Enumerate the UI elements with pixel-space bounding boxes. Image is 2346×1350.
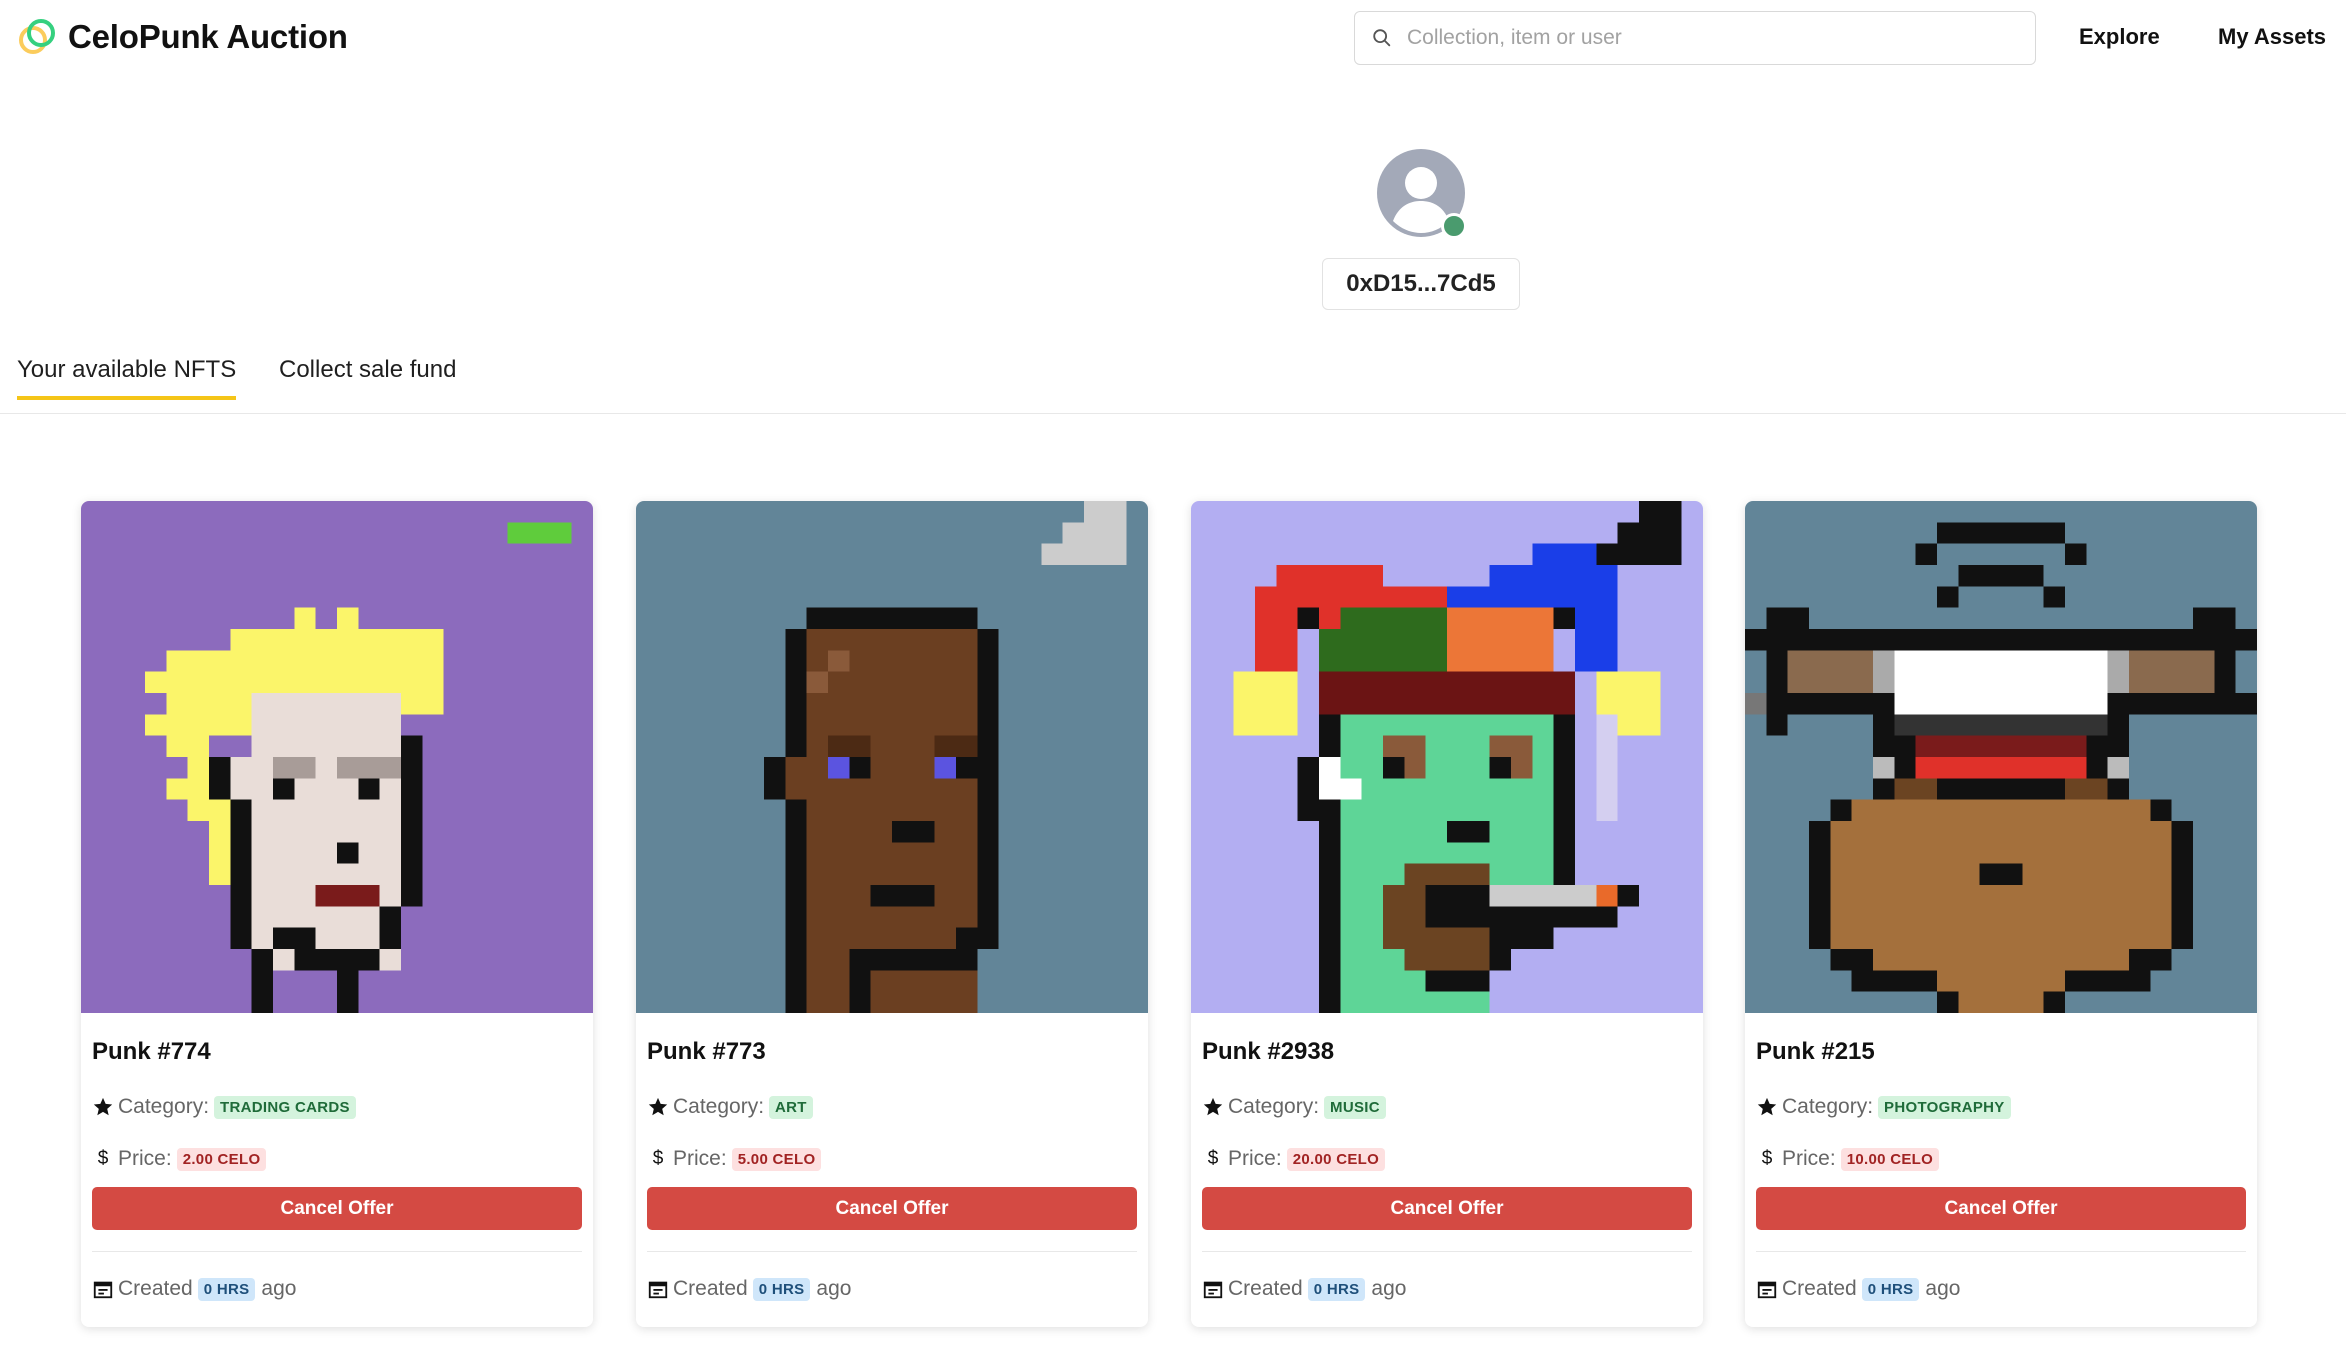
nft-image[interactable] — [636, 501, 1148, 1013]
ago-label: ago — [816, 1277, 852, 1300]
nft-image[interactable] — [1191, 501, 1703, 1013]
price-badge: 5.00 CELO — [731, 1147, 822, 1171]
created-row: Created 0 HRS ago — [91, 1277, 296, 1301]
cancel-offer-button[interactable]: Cancel Offer — [1202, 1187, 1692, 1230]
created-label: Created — [1782, 1277, 1857, 1300]
dollar-icon: $ — [97, 1148, 109, 1169]
created-time-badge: 0 HRS — [1307, 1277, 1366, 1301]
price-label: Price: — [118, 1147, 172, 1170]
top-bar: CeloPunk Auction Explore My Assets — [0, 0, 2346, 78]
category-label: Category: — [673, 1095, 765, 1118]
created-row: Created 0 HRS ago — [1755, 1277, 1960, 1301]
price-badge: 10.00 CELO — [1840, 1147, 1940, 1171]
category-label: Category: — [1228, 1095, 1320, 1118]
profile-tabs: Your available NFTS Collect sale fund — [0, 350, 2346, 414]
nft-card: Punk #773 Category: ART $ Price: 5.00 CE… — [636, 501, 1148, 1327]
category-badge: TRADING CARDS — [214, 1095, 356, 1119]
search-icon — [1373, 29, 1391, 47]
tab-collect-sale-fund[interactable]: Collect sale fund — [279, 356, 456, 396]
category-row: Category: PHOTOGRAPHY — [1755, 1095, 2011, 1119]
nav-my-assets[interactable]: My Assets — [2218, 24, 2326, 50]
price-row: $ Price: 20.00 CELO — [1201, 1147, 1386, 1171]
nft-title[interactable]: Punk #773 — [647, 1038, 766, 1066]
star-icon — [1201, 1095, 1225, 1119]
price-label: Price: — [1782, 1147, 1836, 1170]
price-badge: 20.00 CELO — [1286, 1147, 1386, 1171]
punk-image — [636, 501, 1148, 1013]
category-label: Category: — [1782, 1095, 1874, 1118]
created-label: Created — [673, 1277, 748, 1300]
created-row: Created 0 HRS ago — [646, 1277, 851, 1301]
price-badge: 2.00 CELO — [176, 1147, 267, 1171]
star-icon — [1755, 1095, 1779, 1119]
price-row: $ Price: 2.00 CELO — [91, 1147, 267, 1171]
calendar-icon — [1201, 1277, 1225, 1301]
nft-title[interactable]: Punk #774 — [92, 1038, 211, 1066]
cancel-offer-button[interactable]: Cancel Offer — [1756, 1187, 2246, 1230]
price-label: Price: — [1228, 1147, 1282, 1170]
created-row: Created 0 HRS ago — [1201, 1277, 1406, 1301]
online-status-indicator — [1441, 213, 1467, 239]
calendar-icon — [1755, 1277, 1779, 1301]
divider — [1202, 1251, 1692, 1252]
dollar-icon: $ — [1761, 1148, 1773, 1169]
ago-label: ago — [1925, 1277, 1961, 1300]
category-badge: ART — [769, 1095, 813, 1119]
punk-image — [81, 501, 593, 1013]
divider — [647, 1251, 1137, 1252]
divider — [1756, 1251, 2246, 1252]
nft-title[interactable]: Punk #215 — [1756, 1038, 1875, 1066]
cancel-offer-button[interactable]: Cancel Offer — [647, 1187, 1137, 1230]
dollar-icon: $ — [652, 1148, 664, 1169]
nft-image[interactable] — [81, 501, 593, 1013]
category-row: Category: ART — [646, 1095, 813, 1119]
calendar-icon — [91, 1277, 115, 1301]
celo-logo-icon — [19, 19, 55, 54]
wallet-address[interactable]: 0xD15...7Cd5 — [1322, 258, 1520, 310]
created-time-badge: 0 HRS — [1861, 1277, 1920, 1301]
created-label: Created — [1228, 1277, 1303, 1300]
created-time-badge: 0 HRS — [197, 1277, 256, 1301]
nft-card: Punk #215 Category: PHOTOGRAPHY $ Price:… — [1745, 501, 2257, 1327]
category-row: Category: TRADING CARDS — [91, 1095, 356, 1119]
category-row: Category: MUSIC — [1201, 1095, 1386, 1119]
ago-label: ago — [1371, 1277, 1407, 1300]
nft-card: Punk #2938 Category: MUSIC $ Price: 20.0… — [1191, 501, 1703, 1327]
logo[interactable]: CeloPunk Auction — [16, 16, 348, 58]
price-label: Price: — [673, 1147, 727, 1170]
star-icon — [646, 1095, 670, 1119]
tab-available-nfts[interactable]: Your available NFTS — [17, 356, 237, 400]
punk-image — [1745, 501, 2257, 1013]
nft-title[interactable]: Punk #2938 — [1202, 1038, 1334, 1066]
category-badge: PHOTOGRAPHY — [1878, 1095, 2011, 1119]
punk-image — [1191, 501, 1703, 1013]
nft-image[interactable] — [1745, 501, 2257, 1013]
divider — [92, 1251, 582, 1252]
app-title: CeloPunk Auction — [68, 18, 348, 55]
created-label: Created — [118, 1277, 193, 1300]
category-label: Category: — [118, 1095, 210, 1118]
nav-explore[interactable]: Explore — [2079, 24, 2160, 50]
calendar-icon — [646, 1277, 670, 1301]
cancel-offer-button[interactable]: Cancel Offer — [92, 1187, 582, 1230]
category-badge: MUSIC — [1324, 1095, 1386, 1119]
price-row: $ Price: 10.00 CELO — [1755, 1147, 1940, 1171]
ago-label: ago — [261, 1277, 297, 1300]
created-time-badge: 0 HRS — [752, 1277, 811, 1301]
star-icon — [91, 1095, 115, 1119]
dollar-icon: $ — [1207, 1148, 1219, 1169]
price-row: $ Price: 5.00 CELO — [646, 1147, 822, 1171]
search-input[interactable] — [1407, 26, 2007, 50]
nft-card: Punk #774 Category: TRADING CARDS $ Pric… — [81, 501, 593, 1327]
search-bar[interactable] — [1354, 11, 2036, 65]
